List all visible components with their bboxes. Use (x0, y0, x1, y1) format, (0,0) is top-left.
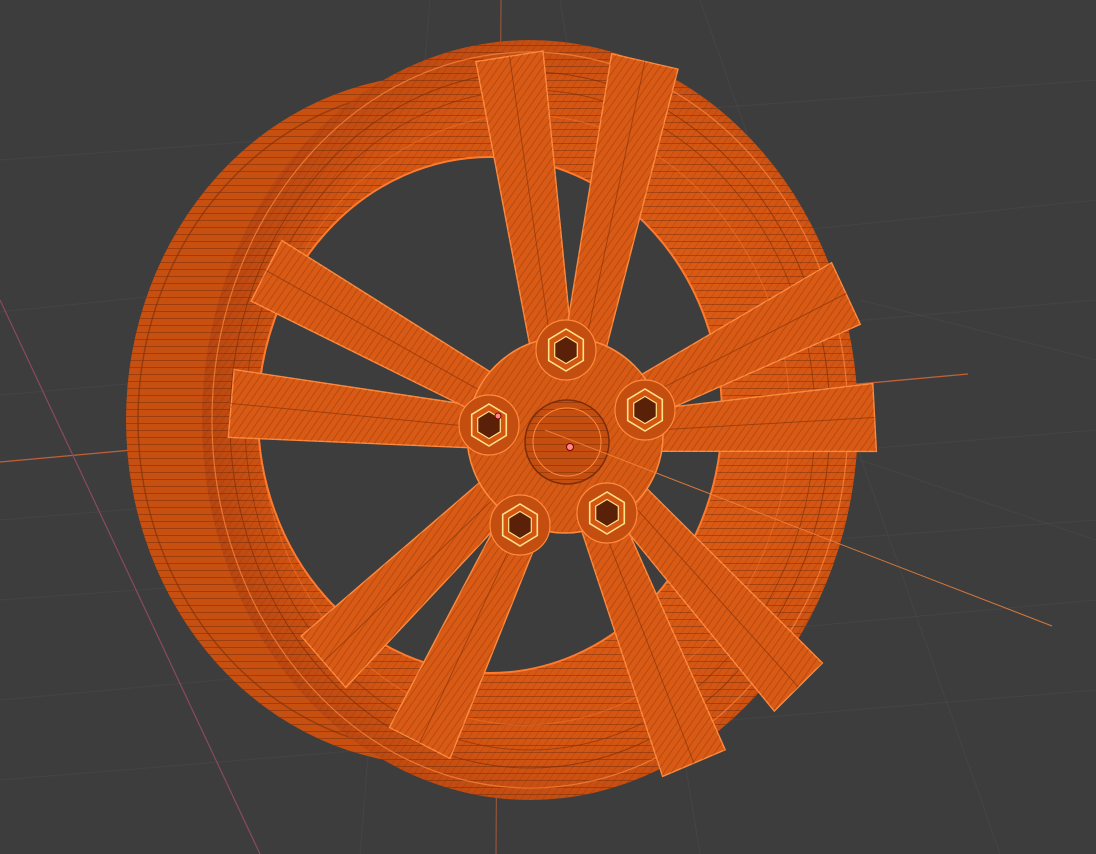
wheel-rim[interactable] (126, 40, 1053, 800)
viewport-canvas[interactable] (0, 0, 1096, 854)
active-vertex-icon (494, 412, 502, 420)
grid-line (859, 299, 1096, 361)
lug-nut-icon (489, 494, 551, 556)
grid-line (859, 459, 1096, 541)
lug-nut-icon (535, 319, 597, 381)
lug-nut-icon (576, 482, 638, 544)
lug-nut-icon (458, 394, 520, 456)
lug-nut-icon (614, 379, 676, 441)
3d-viewport[interactable] (0, 0, 1096, 854)
